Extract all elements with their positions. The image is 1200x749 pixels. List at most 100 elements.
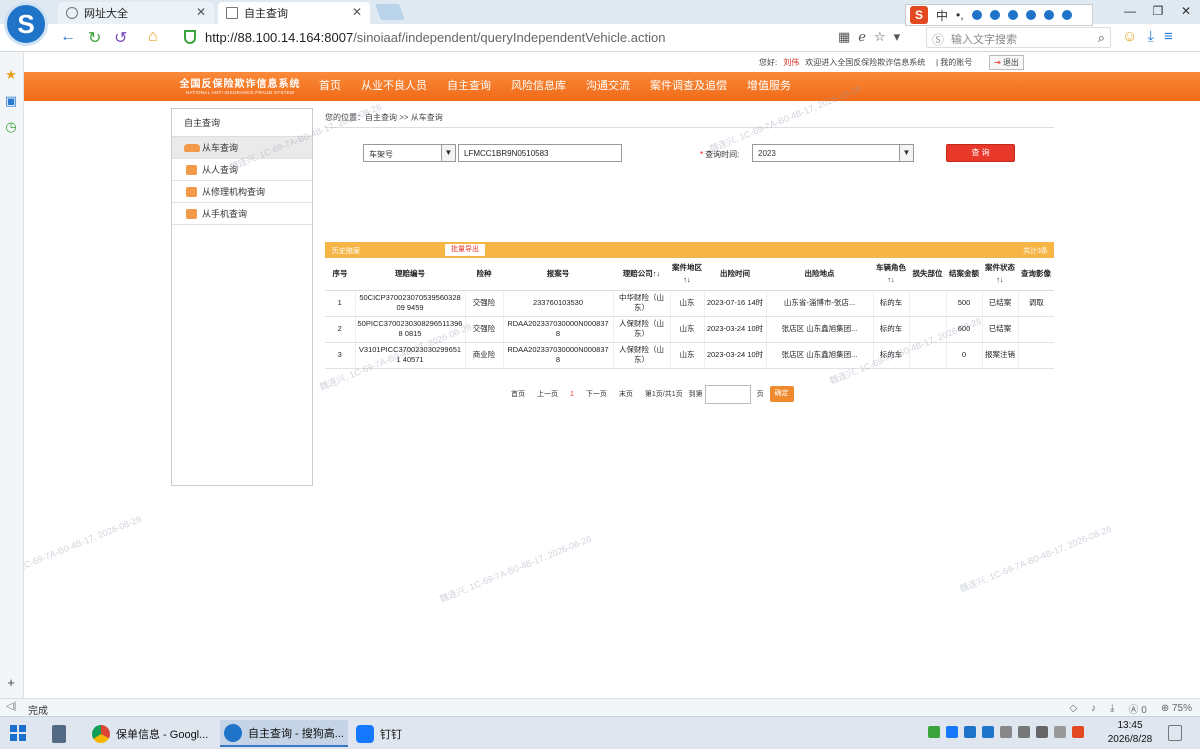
restore-icon[interactable]: ❐ <box>1144 0 1172 24</box>
tray-globe-icon[interactable] <box>1036 726 1048 738</box>
taskbar-item-sogou-browser[interactable]: 自主查询 - 搜狗高... <box>220 720 348 747</box>
retrieve-image-link[interactable]: 调取 <box>1017 290 1054 317</box>
refresh-icon[interactable]: ↻ <box>88 28 101 48</box>
taskbar-clock[interactable]: 13:45 2026/8/28 <box>1100 719 1160 747</box>
taskbar-item-label: 保单信息 - Googl... <box>116 728 209 741</box>
undo-icon[interactable]: ↺ <box>114 28 127 48</box>
zoom-control[interactable]: ⊕ 75% <box>1161 703 1192 714</box>
nav-item-risk-db[interactable]: 风险信息库 <box>501 72 576 101</box>
tab-nav-directory[interactable]: 网址大全 ✕ <box>58 2 214 24</box>
tray-sogou-ime-icon[interactable] <box>1072 726 1084 738</box>
sogou-ime-icon[interactable]: S <box>910 6 928 24</box>
download-icon[interactable]: ⤓ <box>1147 28 1154 45</box>
nav-item-self-query[interactable]: 自主查询 <box>437 72 501 101</box>
username[interactable]: 刘伟 <box>783 58 799 67</box>
column-header-sortable[interactable]: 理赔公司↑↓ <box>613 258 670 291</box>
add-icon[interactable]: + <box>4 676 18 690</box>
breadcrumb: 您的位置：自主查询 >> 从车查询 <box>325 113 443 122</box>
column-header-sortable[interactable]: 案件状态↑↓ <box>982 258 1018 291</box>
batch-export-button[interactable]: 批量导出 <box>445 244 485 256</box>
menu-icon[interactable]: ≡ <box>1164 28 1173 45</box>
qr-code-icon[interactable]: ▦ <box>838 29 850 45</box>
windows-start-icon[interactable] <box>10 725 26 741</box>
tab-self-query[interactable]: 自主查询 ✕ <box>218 2 370 24</box>
query-button[interactable]: 查 询 <box>946 144 1015 162</box>
reader-icon[interactable]: ▣ <box>4 94 18 108</box>
field-type-value: 车架号 <box>369 150 393 159</box>
tray-ime-icon[interactable] <box>1054 726 1066 738</box>
table-cell: 山东 <box>669 290 704 317</box>
history-clock-icon[interactable]: ◷ <box>4 120 18 134</box>
system-brand-logo[interactable]: 全国反保险欺诈信息系统 NATIONAL ANTI INSURANCE FRAU… <box>170 75 310 95</box>
grid-icon[interactable] <box>1061 10 1072 20</box>
sidebar-item-phone-query[interactable]: 从手机查询 <box>172 203 312 225</box>
column-header-sortable[interactable]: 案件地区↑↓ <box>670 258 704 291</box>
tray-network-icon[interactable] <box>1018 726 1030 738</box>
microphone-icon[interactable] <box>989 10 1000 20</box>
taskbar-item-dingtalk[interactable]: 钉钉 <box>352 720 432 747</box>
first-page-link[interactable]: 首页 <box>511 389 525 399</box>
url-field[interactable]: http://88.100.14.164:8007/sinoiaaf/indep… <box>205 30 665 45</box>
close-window-icon[interactable]: ✕ <box>1172 0 1200 24</box>
download-manager-icon[interactable]: ⤓ <box>1110 703 1114 714</box>
table-cell: 中华财险（山东） <box>612 290 670 317</box>
compat-mode-icon[interactable]: ℯ <box>858 29 866 45</box>
nav-item-investigation[interactable]: 案件调查及追偿 <box>640 72 737 101</box>
vin-input[interactable]: LFMCC1BR9N0510583 <box>458 144 622 162</box>
calculator-icon[interactable] <box>52 725 66 743</box>
prev-page-link[interactable]: 上一页 <box>537 389 558 399</box>
sidebar-item-label: 从手机查询 <box>202 209 248 219</box>
last-page-link[interactable]: 末页 <box>619 389 633 399</box>
tray-dingtalk-icon[interactable] <box>946 726 958 738</box>
search-input[interactable]: Ⓢ 输入文字搜索 ⌕ <box>926 27 1111 48</box>
nav-item-communication[interactable]: 沟通交流 <box>576 72 640 101</box>
query-time-select[interactable]: 2023 ▼ <box>752 144 914 162</box>
sidebar-toggle-icon[interactable]: ◁| <box>6 701 16 712</box>
notifications-icon[interactable] <box>1168 725 1182 741</box>
tray-app-icon[interactable] <box>928 726 940 738</box>
nav-item-value-added[interactable]: 增值服务 <box>737 72 801 101</box>
close-icon[interactable]: ✕ <box>352 5 362 19</box>
punctuation-icon[interactable]: •, <box>956 8 964 22</box>
sidebar-item-vehicle-query[interactable]: 从车查询 <box>172 137 312 159</box>
emoji-icon[interactable] <box>971 10 982 20</box>
new-tab-button[interactable] <box>375 4 405 20</box>
tray-volume-icon[interactable] <box>1000 726 1012 738</box>
home-icon[interactable]: ⌂ <box>148 28 158 46</box>
back-icon[interactable]: ← <box>60 28 76 46</box>
taskbar-item-chrome[interactable]: 保单信息 - Googl... <box>88 720 216 747</box>
page-number-input[interactable] <box>704 384 751 404</box>
skin-icon[interactable] <box>1043 10 1054 20</box>
keyboard-icon[interactable] <box>1007 10 1018 20</box>
next-page-link[interactable]: 下一页 <box>586 389 607 399</box>
my-account-link[interactable]: | 我的账号 <box>936 57 972 68</box>
sidebar-item-repair-query[interactable]: 从修理机构查询 <box>172 181 312 203</box>
security-shield-icon[interactable] <box>184 30 196 44</box>
nav-item-bad-practitioners[interactable]: 从业不良人员 <box>351 72 437 101</box>
ime-language-label[interactable]: 中 <box>936 7 948 24</box>
shield-icon[interactable]: ◇ <box>1069 703 1077 714</box>
table-cell: 已结案 <box>981 290 1018 317</box>
tray-sogou-icon[interactable] <box>964 726 976 738</box>
tray-security-icon[interactable] <box>982 726 994 738</box>
search-icon[interactable]: ⌕ <box>1098 30 1105 46</box>
dropdown-icon[interactable]: ▾ <box>894 29 901 45</box>
column-header-sortable[interactable]: 车辆角色↑↓ <box>873 258 909 291</box>
logout-button[interactable]: ⇥ 退出 <box>989 55 1024 70</box>
field-type-select[interactable]: 车架号 ▼ <box>363 144 456 162</box>
minimize-icon[interactable]: — <box>1116 0 1144 24</box>
close-icon[interactable]: ✕ <box>196 5 206 19</box>
table-cell: 500 <box>945 290 982 317</box>
sidebar-title: 自主查询 <box>172 109 312 137</box>
nav-item-home[interactable]: 首页 <box>309 72 351 101</box>
speaker-icon[interactable]: ♪ <box>1091 703 1096 714</box>
user-icon[interactable] <box>1025 10 1036 20</box>
smiley-icon[interactable]: ☺ <box>1122 28 1137 45</box>
sidebar-item-person-query[interactable]: 从人查询 <box>172 159 312 181</box>
confirm-page-button[interactable]: 确定 <box>769 386 794 402</box>
star-icon[interactable]: ☆ <box>874 29 886 45</box>
favorites-star-icon[interactable]: ★ <box>4 68 18 82</box>
ad-block-count[interactable]: Ⓐ 0 <box>1128 701 1146 716</box>
ime-toolbar: S 中 •, <box>905 4 1093 26</box>
sogou-browser-logo-icon[interactable]: S <box>4 2 48 46</box>
